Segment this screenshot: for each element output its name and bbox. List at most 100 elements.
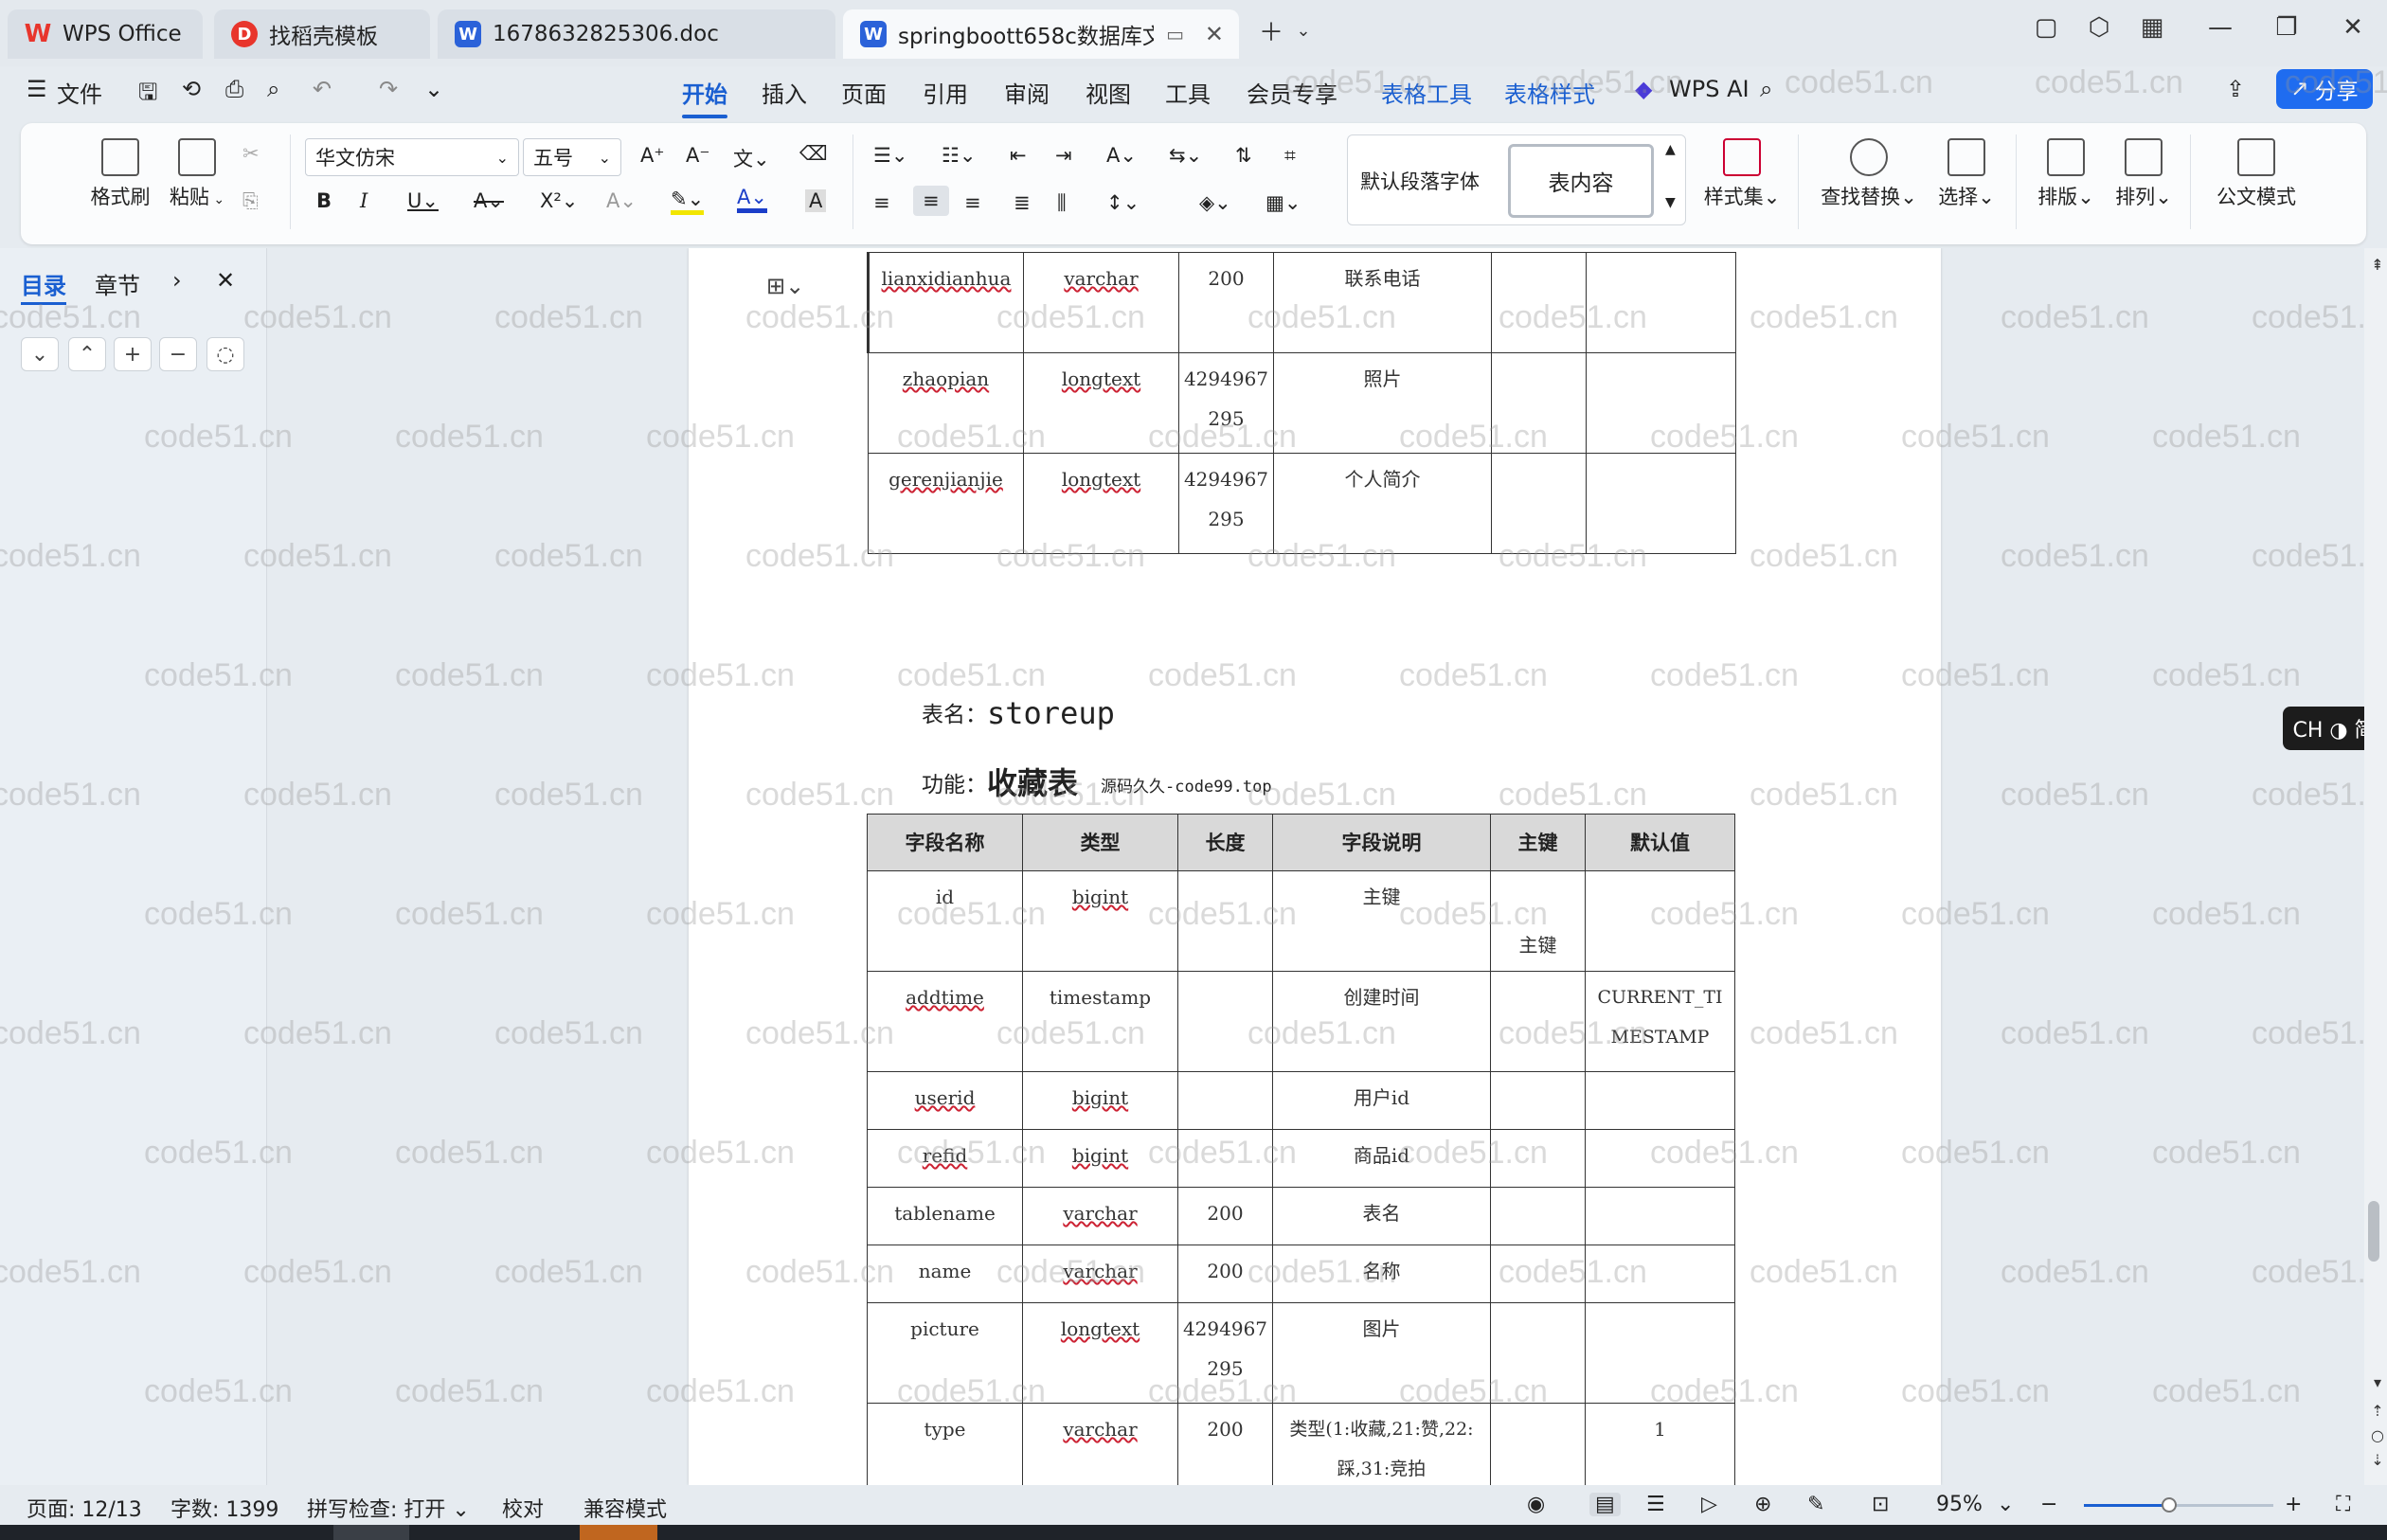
table-cell[interactable]: 200 <box>1177 1245 1273 1303</box>
menu-member[interactable]: 会员专享 <box>1247 76 1337 109</box>
eye-protection-icon[interactable]: ◉ <box>1527 1493 1545 1516</box>
table-cell[interactable] <box>1490 1302 1586 1404</box>
window-layout-icon[interactable]: ▢ <box>2027 13 2065 42</box>
table-cell[interactable] <box>1586 352 1736 454</box>
table-cell[interactable]: lianxidianhua <box>867 252 1024 353</box>
typeset-button[interactable]: 排版⌄ <box>2033 138 2099 210</box>
table-cell[interactable] <box>1491 252 1587 353</box>
table-move-handle-icon[interactable]: ⊞⌄ <box>766 273 804 299</box>
char-shading-icon[interactable]: A <box>805 189 827 212</box>
official-mode-button[interactable]: 公文模式 <box>2211 138 2302 210</box>
more-chevron-icon[interactable]: ⌄ <box>424 76 443 102</box>
expand-down-icon[interactable]: ⌄ <box>21 337 59 371</box>
bullet-list-icon[interactable]: ☰⌄ <box>873 144 907 167</box>
table-cell[interactable]: 图片 <box>1272 1302 1491 1404</box>
menu-page[interactable]: 页面 <box>841 76 887 109</box>
remove-heading-icon[interactable]: − <box>159 337 197 371</box>
menu-table-tools[interactable]: 表格工具 <box>1381 76 1472 109</box>
font-size-select[interactable]: 五号 ⌄ <box>523 138 621 176</box>
table-cell[interactable]: 商品id <box>1272 1129 1491 1188</box>
select-button[interactable]: 选择⌄ <box>1932 138 2001 210</box>
zoom-dropdown-icon[interactable]: ⌄ <box>1997 1493 2014 1516</box>
menu-reference[interactable]: 引用 <box>923 76 968 109</box>
outline-view-icon[interactable]: ☰ <box>1646 1493 1665 1516</box>
italic-icon[interactable]: I <box>360 189 368 212</box>
table-cell[interactable] <box>1585 870 1735 972</box>
collapse-up-icon[interactable]: ⌃ <box>68 337 106 371</box>
phonetic-icon[interactable]: 文⌄ <box>733 144 770 172</box>
table-cell[interactable] <box>1490 1187 1586 1245</box>
table-cell[interactable] <box>1177 1071 1273 1130</box>
browse-object-icon[interactable]: ○ <box>2364 1423 2387 1449</box>
tab-wps-office[interactable]: W WPS Office <box>8 9 203 59</box>
style-more-icon[interactable]: ▼ <box>1665 195 1676 210</box>
table-cell[interactable] <box>1585 1245 1735 1303</box>
table-cell[interactable]: 4294967295 <box>1178 352 1274 454</box>
table-cell[interactable]: varchar <box>1023 252 1179 353</box>
align-right-icon[interactable]: ≡ <box>964 191 981 214</box>
table-cell[interactable] <box>1585 1129 1735 1188</box>
table-cell[interactable]: picture <box>867 1302 1023 1404</box>
underline-icon[interactable]: U⌄ <box>407 189 439 212</box>
highlight-icon[interactable]: ✎⌄ <box>671 188 705 215</box>
table-cell[interactable]: refid <box>867 1129 1023 1188</box>
zoom-slider-handle[interactable] <box>2162 1497 2177 1513</box>
table-cell[interactable]: 表名 <box>1272 1187 1491 1245</box>
table-cell[interactable]: id <box>867 870 1023 972</box>
scroll-down-icon[interactable]: ▾ <box>2364 1370 2387 1396</box>
table-cell[interactable]: 200 <box>1177 1187 1273 1245</box>
align-left-icon[interactable]: ≡ <box>873 191 890 214</box>
tab-toc[interactable]: 目录 <box>21 267 66 305</box>
close-tab-icon[interactable]: ✕ <box>1205 21 1224 47</box>
table-cell[interactable] <box>1490 1245 1586 1303</box>
table-cell[interactable]: 1 <box>1585 1403 1735 1485</box>
menu-file[interactable]: 文件 <box>57 76 102 109</box>
align-center-icon[interactable]: ≡ <box>913 186 949 216</box>
numbered-list-icon[interactable]: ☷⌄ <box>942 144 976 167</box>
page-view-icon[interactable]: ▤ <box>1589 1493 1621 1516</box>
close-window-icon[interactable]: ✕ <box>2334 13 2372 42</box>
maximize-icon[interactable]: ❐ <box>2268 13 2306 42</box>
menu-review[interactable]: 审阅 <box>1004 76 1050 109</box>
zoom-level[interactable]: 95% <box>1936 1493 1983 1516</box>
menu-home[interactable]: 开始 <box>682 76 727 118</box>
table-cell[interactable] <box>1490 1071 1586 1130</box>
table-cell[interactable] <box>1491 352 1587 454</box>
word-count[interactable]: 字数: 1399 <box>170 1493 278 1523</box>
table-cell[interactable]: 200 <box>1178 252 1274 353</box>
avatar[interactable]: ▦ <box>2133 13 2171 42</box>
scrollbar-thumb[interactable] <box>2368 1201 2379 1262</box>
scroll-top-icon[interactable]: ⇞ <box>2364 252 2387 278</box>
cut-icon[interactable]: ✂ <box>242 142 260 165</box>
table-cell[interactable]: longtext <box>1022 1302 1178 1404</box>
zoom-out-icon[interactable]: − <box>2040 1493 2057 1516</box>
grow-font-icon[interactable]: A⁺ <box>640 144 664 167</box>
table-cell[interactable] <box>1585 1187 1735 1245</box>
table-cell[interactable]: bigint <box>1022 1129 1178 1188</box>
table-cell[interactable]: varchar <box>1022 1187 1178 1245</box>
table-cell[interactable]: userid <box>867 1071 1023 1130</box>
font-family-select[interactable]: 华文仿宋 ⌄ <box>305 138 519 176</box>
focus-mode-icon[interactable]: ⊡ <box>1872 1493 1889 1516</box>
table-cell[interactable] <box>1585 1302 1735 1404</box>
sort-icon[interactable]: ⇅ <box>1235 144 1252 167</box>
style-set-button[interactable]: 样式集⌄ <box>1699 138 1785 210</box>
web-view-icon[interactable]: ⊕ <box>1754 1493 1771 1516</box>
table-cell[interactable] <box>1585 1071 1735 1130</box>
chevron-right-icon[interactable]: › <box>172 267 182 294</box>
menu-tools[interactable]: 工具 <box>1165 76 1211 109</box>
print-preview-icon[interactable]: ⌕ <box>267 76 279 102</box>
page-indicator[interactable]: 页面: 12/13 <box>27 1493 142 1523</box>
find-replace-button[interactable]: 查找替换⌄ <box>1817 138 1921 210</box>
shading-icon[interactable]: ◈⌄ <box>1199 191 1231 214</box>
clear-format-icon[interactable]: ⌫ <box>799 142 828 165</box>
table-cell[interactable]: 主键 <box>1490 870 1586 972</box>
hamburger-icon[interactable]: ☰ <box>27 76 47 102</box>
table-cell[interactable]: bigint <box>1022 1071 1178 1130</box>
increase-indent-icon[interactable]: ⇥ <box>1055 144 1072 167</box>
prev-page-icon[interactable]: ⇡ <box>2364 1398 2387 1424</box>
table-cell[interactable]: type <box>867 1403 1023 1485</box>
table-cell[interactable]: varchar <box>1022 1403 1178 1485</box>
fullscreen-icon[interactable]: ⛶ <box>2336 1493 2350 1516</box>
menu-table-style[interactable]: 表格样式 <box>1504 76 1595 109</box>
